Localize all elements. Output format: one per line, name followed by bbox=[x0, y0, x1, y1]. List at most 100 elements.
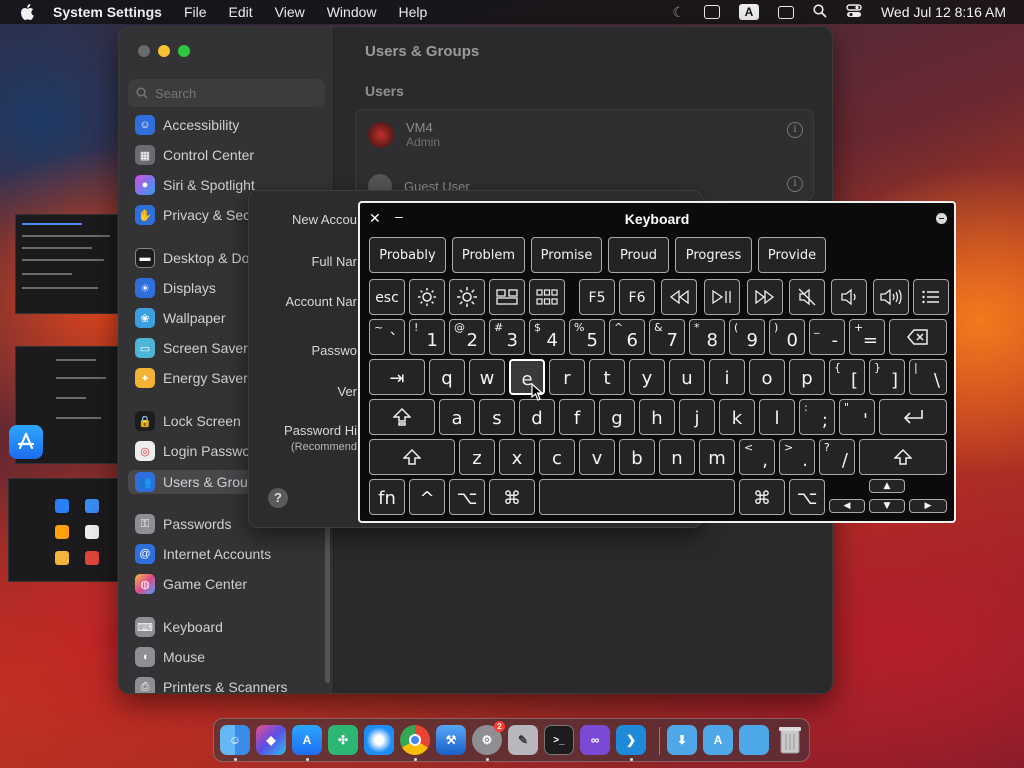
key-a[interactable]: a bbox=[439, 399, 475, 435]
key-right-bracket[interactable]: }] bbox=[869, 359, 905, 395]
key-k[interactable]: k bbox=[719, 399, 755, 435]
sidebar-item-mouse[interactable]: ◖ Mouse bbox=[135, 646, 205, 668]
key-equals[interactable]: + = bbox=[849, 319, 885, 355]
key-option[interactable]: ⌥ bbox=[449, 479, 485, 515]
sidebar-item-privacy[interactable]: ✋ Privacy & Secu bbox=[135, 204, 258, 226]
user-row-vm4[interactable]: VM4 Admin bbox=[368, 120, 440, 149]
close-button[interactable] bbox=[138, 45, 150, 57]
menu-clock[interactable]: Wed Jul 12 8:16 AM bbox=[881, 4, 1006, 20]
launchpad-icon[interactable] bbox=[529, 279, 565, 315]
chrome-icon[interactable] bbox=[400, 725, 430, 755]
key-quote[interactable]: " ' bbox=[839, 399, 875, 435]
focus-moon-icon[interactable]: ☾ bbox=[672, 4, 685, 21]
key-w[interactable]: w bbox=[469, 359, 505, 395]
key-l[interactable]: l bbox=[759, 399, 795, 435]
fast-forward-icon[interactable] bbox=[747, 279, 783, 315]
key-f6[interactable]: F6 bbox=[619, 279, 655, 315]
key-x[interactable]: x bbox=[499, 439, 535, 475]
arrow-up-icon[interactable]: ▲ bbox=[869, 479, 905, 493]
trash-icon[interactable] bbox=[775, 725, 805, 755]
downloads-folder-icon[interactable]: ⬇ bbox=[667, 725, 697, 755]
key-i[interactable]: i bbox=[709, 359, 745, 395]
menu-view[interactable]: View bbox=[275, 4, 305, 20]
key-y[interactable]: y bbox=[629, 359, 665, 395]
mission-control-icon[interactable] bbox=[489, 279, 525, 315]
key-q[interactable]: q bbox=[429, 359, 465, 395]
arrow-down-icon[interactable]: ▼ bbox=[869, 499, 905, 513]
input-source-icon[interactable]: A bbox=[738, 4, 759, 20]
list-menu-icon[interactable] bbox=[913, 279, 949, 315]
key-backtick[interactable]: ~ ` bbox=[369, 319, 405, 355]
play-pause-icon[interactable] bbox=[704, 279, 740, 315]
delete-icon[interactable] bbox=[889, 319, 947, 355]
sidebar-item-lock-screen[interactable]: 🔒 Lock Screen bbox=[135, 410, 241, 432]
sidebar-item-accessibility[interactable]: ☺ Accessibility bbox=[135, 114, 239, 136]
return-key-icon[interactable] bbox=[879, 399, 947, 435]
applications-folder-icon[interactable]: A bbox=[703, 725, 733, 755]
key-command[interactable]: ⌘ bbox=[489, 479, 535, 515]
key-3[interactable]: #3 bbox=[489, 319, 525, 355]
sidebar-item-printers[interactable]: ⎙ Printers & Scanners bbox=[135, 676, 288, 693]
sidebar-item-displays[interactable]: ☀ Displays bbox=[135, 277, 216, 299]
menu-edit[interactable]: Edit bbox=[229, 4, 253, 20]
key-space[interactable] bbox=[539, 479, 735, 515]
brightness-down-icon[interactable] bbox=[409, 279, 445, 315]
key-n[interactable]: n bbox=[659, 439, 695, 475]
menu-help[interactable]: Help bbox=[399, 4, 428, 20]
caps-lock-icon[interactable] bbox=[369, 399, 435, 435]
key-r[interactable]: r bbox=[549, 359, 585, 395]
info-icon[interactable]: i bbox=[787, 176, 803, 192]
sidebar-item-desktop-dock[interactable]: ▬ Desktop & Doc bbox=[135, 247, 256, 269]
key-z[interactable]: z bbox=[459, 439, 495, 475]
vscode-icon[interactable]: ❯ bbox=[616, 725, 646, 755]
suggestion-key[interactable]: Progress bbox=[675, 237, 752, 273]
key-b[interactable]: b bbox=[619, 439, 655, 475]
suggestion-key[interactable]: Proud bbox=[608, 237, 669, 273]
key-fn[interactable]: fn bbox=[369, 479, 405, 515]
key-esc[interactable]: esc bbox=[369, 279, 405, 315]
zoom-button[interactable] bbox=[178, 45, 190, 57]
sidebar-item-login-password[interactable]: ◎ Login Passwo bbox=[135, 440, 250, 462]
key-6[interactable]: ^ 6 bbox=[609, 319, 645, 355]
key-slash[interactable]: ? / bbox=[819, 439, 855, 475]
suggestion-key[interactable]: Probably bbox=[369, 237, 446, 273]
key-h[interactable]: h bbox=[639, 399, 675, 435]
key-minus[interactable]: _ - bbox=[809, 319, 845, 355]
info-icon[interactable]: i bbox=[787, 122, 803, 138]
key-o[interactable]: o bbox=[749, 359, 785, 395]
safari-icon[interactable]: ✧ bbox=[364, 725, 394, 755]
sidebar-item-game-center[interactable]: ◍ Game Center bbox=[135, 573, 247, 595]
sidebar-item-control-center[interactable]: ▦ Control Center bbox=[135, 144, 254, 166]
menu-window[interactable]: Window bbox=[327, 4, 377, 20]
sidebar-toggle-icon[interactable] bbox=[703, 5, 720, 19]
key-1[interactable]: ! 1 bbox=[409, 319, 445, 355]
visual-studio-icon[interactable]: ∞ bbox=[580, 725, 610, 755]
sidebar-search-field[interactable]: Search bbox=[128, 79, 325, 107]
key-right-command[interactable]: ⌘ bbox=[739, 479, 785, 515]
options-icon[interactable] bbox=[936, 213, 947, 224]
key-p[interactable]: p bbox=[789, 359, 825, 395]
suggestion-key[interactable]: Problem bbox=[452, 237, 525, 273]
key-j[interactable]: j bbox=[679, 399, 715, 435]
stage-thumbnail-1[interactable] bbox=[15, 214, 118, 314]
suggestion-key[interactable]: Provide bbox=[758, 237, 826, 273]
klokki-icon[interactable]: ✣ bbox=[328, 725, 358, 755]
brightness-up-icon[interactable] bbox=[449, 279, 485, 315]
key-backslash[interactable]: | \ bbox=[909, 359, 947, 395]
help-button[interactable]: ? bbox=[268, 488, 288, 508]
volume-up-icon[interactable] bbox=[873, 279, 909, 315]
screen-mirroring-icon[interactable] bbox=[777, 5, 794, 19]
key-right-option[interactable]: ⌥ bbox=[789, 479, 825, 515]
key-7[interactable]: & 7 bbox=[649, 319, 685, 355]
utilities-icon[interactable]: ✎ bbox=[508, 725, 538, 755]
sidebar-item-keyboard[interactable]: ⌨ Keyboard bbox=[135, 616, 223, 638]
key-c[interactable]: c bbox=[539, 439, 575, 475]
key-8[interactable]: * 8 bbox=[689, 319, 725, 355]
sidebar-item-screen-saver[interactable]: ▭ Screen Saver bbox=[135, 337, 248, 359]
key-left-bracket[interactable]: {[ bbox=[829, 359, 865, 395]
xcode-icon[interactable]: ⚒ bbox=[436, 725, 466, 755]
system-settings-dock-icon[interactable]: ⚙ 2 bbox=[472, 721, 505, 755]
menu-file[interactable]: File bbox=[184, 4, 207, 20]
key-f[interactable]: f bbox=[559, 399, 595, 435]
stage-thumbnail-3[interactable] bbox=[8, 478, 118, 582]
